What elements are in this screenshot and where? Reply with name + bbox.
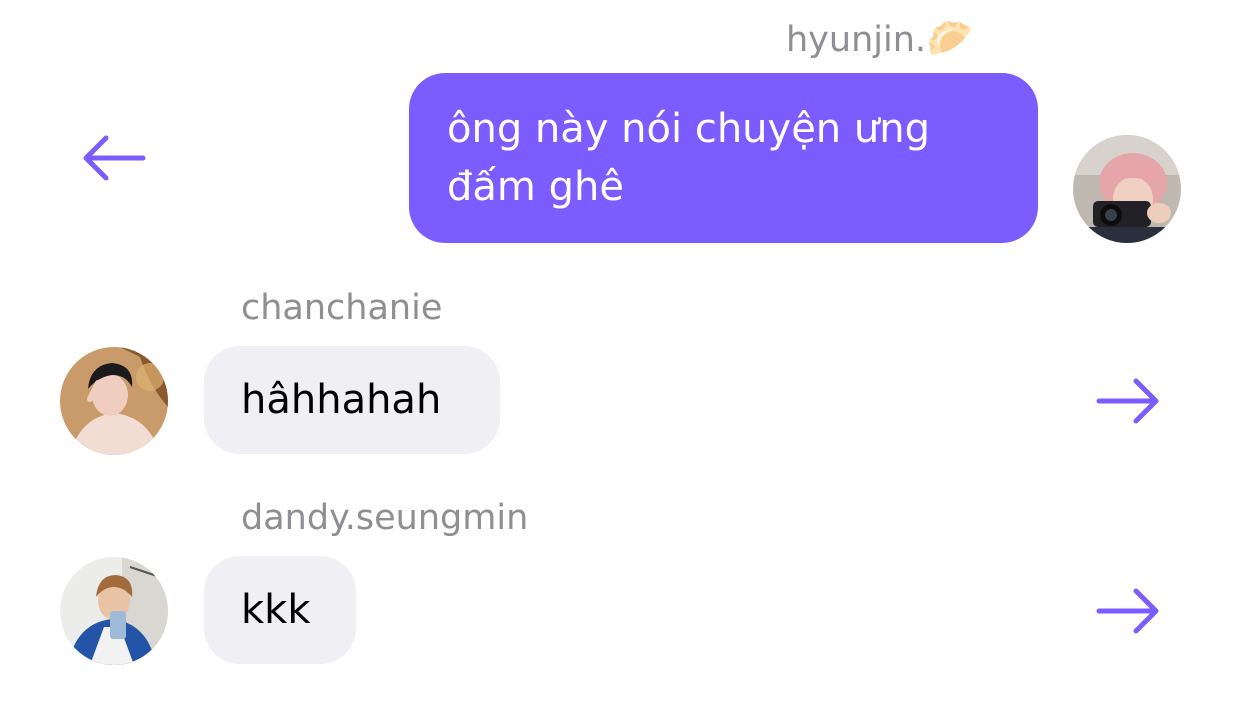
arrow-right-icon[interactable] — [1096, 587, 1162, 635]
message-bubble[interactable]: hâhhahah — [204, 346, 500, 454]
sender-name: hyunjin.🥟 — [786, 18, 973, 60]
message-bubble[interactable]: kkk — [204, 556, 356, 664]
dumpling-emoji-icon: 🥟 — [926, 16, 974, 60]
message-text: kkk — [241, 587, 311, 633]
sender-name-text: hyunjin. — [786, 20, 927, 60]
avatar[interactable] — [1073, 135, 1181, 243]
message-text-line: đấm ghê — [447, 164, 624, 210]
message-text: hâhhahah — [241, 377, 442, 423]
message-text-line: ông này nói chuyện ưng — [447, 106, 930, 152]
sender-name: chanchanie — [241, 288, 443, 328]
arrow-left-icon[interactable] — [80, 134, 146, 182]
avatar[interactable] — [60, 347, 168, 455]
arrow-right-icon[interactable] — [1096, 377, 1162, 425]
message-bubble[interactable]: ông này nói chuyện ưng đấm ghê — [409, 73, 1038, 243]
avatar[interactable] — [60, 557, 168, 665]
chat-thread: hyunjin.🥟 ông này nói chuyện ưng đấm ghê… — [0, 0, 1242, 728]
sender-name: dandy.seungmin — [241, 498, 529, 538]
